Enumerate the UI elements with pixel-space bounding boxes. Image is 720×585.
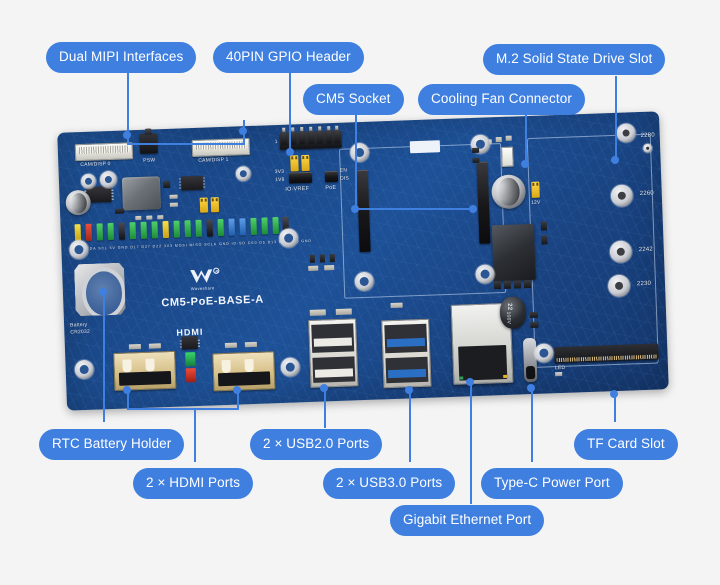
typec-power-port (522, 337, 538, 383)
callout-usb30-ports[interactable]: 2 × USB3.0 Ports (323, 468, 456, 499)
usb20-port-stack (308, 318, 359, 388)
cooling-fan-connector (501, 146, 514, 167)
leader-typec-vert (531, 390, 533, 462)
power-inductor (121, 176, 162, 211)
leader-gpio-vert (289, 68, 291, 153)
callout-typec-power-port[interactable]: Type-C Power Port (481, 468, 623, 499)
leader-dot-usb30 (405, 386, 413, 394)
usb30-port-stack (381, 318, 432, 389)
m2-2260-silk: 2260 (639, 190, 655, 198)
poe-en-silk: EN (339, 167, 348, 174)
hdmi-level-chip (181, 335, 199, 350)
aux-jumper-2 (210, 197, 220, 213)
leader-hdmi-vert-mid (194, 408, 196, 462)
vref-1v8-silk: 1V8 (274, 176, 285, 184)
leader-dot-rtc (99, 288, 107, 296)
battery-type-silk: CR2032 (70, 328, 91, 336)
leader-dot-gpio (286, 148, 294, 156)
cm5-poe-base-a-board: CAM/DISP 0 PSW CAM/DISP 1 1 IO-VREF 3V3 … (57, 111, 669, 411)
aux-jumper-1 (199, 197, 209, 213)
vref-3v3-silk: 3V3 (274, 168, 285, 176)
poe-dis-silk: DIS (339, 175, 350, 182)
m2-2230-silk: 2230 (636, 280, 652, 288)
leader-dot-cm5-left (351, 205, 359, 213)
led-silk: LED (554, 364, 566, 372)
leader-dot-mipi-1 (239, 127, 247, 135)
hdmi-port-1 (113, 350, 177, 391)
leader-dot-cm5-right (469, 205, 477, 213)
cam-disp-0-silk: CAM/DISP 0 (80, 160, 111, 169)
callout-m2-ssd-slot[interactable]: M.2 Solid State Drive Slot (483, 44, 666, 75)
callout-40pin-gpio-header[interactable]: 40PIN GPIO Header (213, 42, 364, 73)
leader-fan-vert (525, 110, 527, 165)
poe-transformer-module (491, 223, 536, 282)
leader-dot-m2 (611, 156, 619, 164)
callout-tf-card-slot[interactable]: TF Card Slot (574, 429, 678, 460)
leader-dot-eth (466, 378, 474, 386)
fan-12v-silk: 12V (530, 199, 541, 206)
gpio-pin1-silk: 1 (274, 138, 278, 146)
board-mount-hole-top2 (99, 170, 118, 189)
callout-cooling-fan-connector[interactable]: Cooling Fan Connector (418, 84, 585, 115)
electrolytic-capacitor-1 (65, 189, 92, 216)
leader-dot-usb20 (320, 384, 328, 392)
capacitor-voltage-silk: 100V (505, 311, 512, 325)
m2-2242-silk: 2242 (638, 246, 654, 254)
io-vref-silk: IO-VREF (285, 185, 310, 193)
board-mount-hole-mid (278, 228, 299, 248)
capacitor-value-silk: 22 (506, 303, 513, 311)
io-vref-jumper-2 (301, 154, 310, 172)
leader-dual-mipi-horiz (127, 143, 245, 145)
leader-dot-tf (610, 390, 618, 398)
psw-silk: PSW (143, 157, 156, 164)
leader-usb30-vert (409, 392, 411, 462)
board-model-silk: CM5-PoE-BASE-A (161, 293, 265, 310)
leader-hdmi-vert-r (237, 392, 239, 410)
callout-dual-mipi-interfaces[interactable]: Dual MIPI Interfaces (46, 42, 197, 73)
leader-cm5-horiz (355, 208, 475, 210)
cm5-silk-pad (409, 140, 441, 154)
callout-cm5-socket[interactable]: CM5 Socket (303, 84, 404, 115)
poe-controller-chip (180, 175, 204, 191)
io-vref-jumper (290, 155, 299, 172)
leader-eth-vert (470, 384, 472, 504)
leader-cm5-vert (355, 110, 357, 210)
leader-dot-hdmi-1 (123, 386, 131, 394)
cam-disp-0-connector (74, 142, 134, 162)
leader-usb20-vert (324, 390, 326, 428)
waveshare-wordmark: Waveshare (190, 285, 215, 292)
callout-hdmi-ports[interactable]: 2 × HDMI Ports (133, 468, 254, 499)
callout-gigabit-ethernet-port[interactable]: Gigabit Ethernet Port (390, 505, 545, 536)
electrolytic-capacitor-2 (491, 174, 527, 210)
fan-12v-jumper (531, 181, 540, 198)
status-led (555, 371, 563, 377)
leader-tf-vert (614, 396, 616, 422)
callout-usb20-ports[interactable]: 2 × USB2.0 Ports (250, 429, 383, 460)
io-vref-header (288, 171, 313, 184)
callout-rtc-battery-holder[interactable]: RTC Battery Holder (39, 429, 185, 460)
leader-dot-typec (527, 384, 535, 392)
board-mount-hole-left (69, 239, 89, 260)
hdmi-status-leds (185, 352, 197, 386)
leader-dot-mipi-0 (123, 131, 131, 139)
board-mount-hole-bl (74, 359, 95, 380)
hdmi-port-2 (212, 351, 276, 392)
board-mount-hole-top3 (235, 165, 252, 182)
leader-dot-hdmi-2 (233, 386, 241, 394)
leader-m2-vert (615, 76, 617, 161)
battery-silk: Battery (70, 321, 88, 329)
leader-dot-fan (521, 160, 529, 168)
cam-disp-1-silk: CAM/DISP 1 (198, 156, 229, 164)
leader-hdmi-vert-l (127, 392, 129, 410)
poe-header (324, 170, 339, 183)
m2-2280-silk: 2280 (640, 132, 655, 139)
bulk-capacitor (499, 296, 527, 330)
cam-disp-1-connector (191, 137, 251, 158)
diagram-canvas: CAM/DISP 0 PSW CAM/DISP 1 1 IO-VREF 3V3 … (0, 0, 720, 585)
leader-hdmi-horiz (127, 408, 239, 410)
poe-silk: PoE (325, 184, 337, 192)
board-mount-hole-bm (280, 357, 301, 378)
leader-rtc-vert (103, 292, 105, 422)
